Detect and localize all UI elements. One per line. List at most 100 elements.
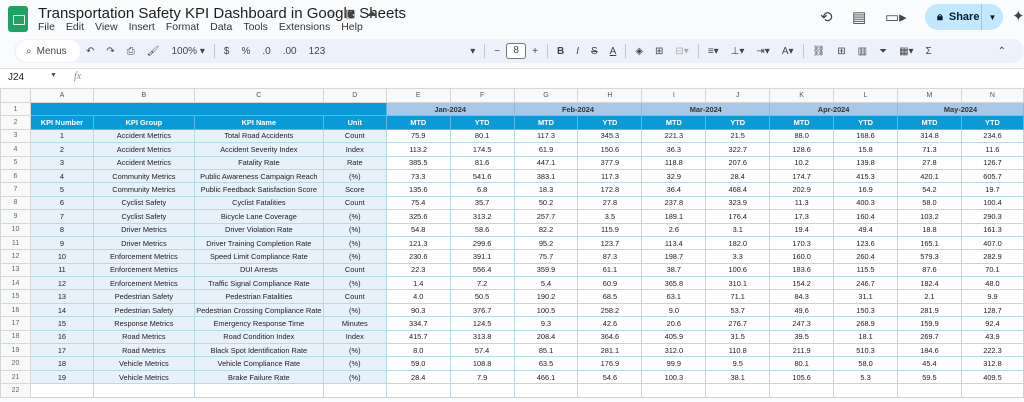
- ytd-value-cell[interactable]: 58.6: [449, 222, 515, 237]
- mtd-value-cell[interactable]: 105.6: [769, 369, 835, 385]
- cloud-status-icon[interactable]: ☁: [366, 6, 377, 19]
- kpi-name-cell[interactable]: Total Road Accidents: [193, 128, 324, 144]
- ytd-value-cell[interactable]: 115.9: [577, 222, 643, 237]
- mtd-value-cell[interactable]: 8.0: [385, 343, 451, 358]
- ytd-value-cell[interactable]: 7.2: [449, 276, 515, 291]
- mtd-value-cell[interactable]: 103.2: [897, 209, 962, 224]
- mtd-value-cell[interactable]: 420.1: [897, 168, 962, 184]
- formula-input[interactable]: [92, 72, 992, 86]
- column-header-G[interactable]: G: [513, 88, 579, 103]
- ytd-value-cell[interactable]: 31.5: [705, 329, 771, 345]
- ytd-value-cell[interactable]: 282.9: [960, 249, 1024, 264]
- ytd-value-cell[interactable]: 80.1: [449, 128, 515, 144]
- ytd-value-cell[interactable]: 605.7: [960, 168, 1024, 184]
- ytd-value-cell[interactable]: 222.3: [960, 343, 1024, 358]
- mtd-value-cell[interactable]: 160.0: [769, 249, 835, 264]
- menu-data[interactable]: Data: [210, 21, 232, 33]
- gemini-icon[interactable]: ✦: [1012, 7, 1024, 25]
- mtd-value-cell[interactable]: 18.3: [513, 182, 579, 197]
- mtd-value-cell[interactable]: 38.7: [641, 262, 707, 278]
- ytd-value-cell[interactable]: 117.3: [577, 168, 643, 184]
- mtd-header[interactable]: MTD: [641, 115, 707, 130]
- ytd-value-cell[interactable]: 3.3: [705, 249, 771, 264]
- ytd-value-cell[interactable]: 323.9: [705, 195, 771, 211]
- mtd-value-cell[interactable]: 182.4: [897, 276, 962, 291]
- ytd-value-cell[interactable]: 110.8: [705, 343, 771, 358]
- mtd-value-cell[interactable]: 88.0: [769, 128, 835, 144]
- mtd-value-cell[interactable]: 269.7: [897, 329, 962, 345]
- mtd-value-cell[interactable]: 80.1: [769, 356, 835, 371]
- ytd-value-cell[interactable]: 364.6: [577, 329, 643, 345]
- ytd-value-cell[interactable]: 150.3: [833, 302, 898, 318]
- mtd-header[interactable]: MTD: [513, 115, 579, 130]
- column-title[interactable]: Unit: [322, 115, 387, 130]
- kpi-name-cell[interactable]: Accident Severity Index: [193, 142, 324, 157]
- ytd-value-cell[interactable]: 176.9: [577, 356, 643, 371]
- select-all-corner[interactable]: [0, 88, 31, 103]
- kpi-group-cell[interactable]: Enforcement Metrics: [92, 276, 195, 291]
- ytd-value-cell[interactable]: 124.5: [449, 316, 515, 331]
- kpi-group-cell[interactable]: Response Metrics: [92, 316, 195, 331]
- name-box-dropdown-icon[interactable]: ▼: [50, 72, 57, 79]
- header-blank-cell[interactable]: [29, 101, 387, 117]
- ytd-value-cell[interactable]: 53.7: [705, 302, 771, 318]
- column-title[interactable]: KPI Number: [29, 115, 94, 130]
- empty-cell[interactable]: [322, 383, 387, 398]
- insert-chart-icon[interactable]: ▥: [852, 46, 873, 57]
- ytd-value-cell[interactable]: 16.9: [833, 182, 898, 197]
- ytd-value-cell[interactable]: 290.3: [960, 209, 1024, 224]
- decrease-font-size-icon[interactable]: −: [488, 46, 506, 57]
- mtd-value-cell[interactable]: 18.8: [897, 222, 962, 237]
- currency-format-button[interactable]: $: [218, 46, 236, 57]
- mtd-value-cell[interactable]: 117.3: [513, 128, 579, 144]
- row-header[interactable]: 3: [0, 128, 31, 144]
- ytd-value-cell[interactable]: 150.6: [577, 142, 643, 157]
- mtd-value-cell[interactable]: 2.1: [897, 289, 962, 304]
- mtd-header[interactable]: MTD: [897, 115, 962, 130]
- mtd-value-cell[interactable]: 121.3: [385, 235, 451, 251]
- kpi-number-cell[interactable]: 4: [29, 168, 94, 184]
- menu-insert[interactable]: Insert: [129, 21, 155, 33]
- percent-format-button[interactable]: %: [235, 46, 256, 57]
- more-formats-button[interactable]: 123: [303, 46, 332, 57]
- ytd-value-cell[interactable]: 160.4: [833, 209, 898, 224]
- mtd-value-cell[interactable]: 385.5: [385, 155, 451, 170]
- ytd-value-cell[interactable]: 21.5: [705, 128, 771, 144]
- mtd-value-cell[interactable]: 32.9: [641, 168, 707, 184]
- mtd-value-cell[interactable]: 61.9: [513, 142, 579, 157]
- mtd-value-cell[interactable]: 63.1: [641, 289, 707, 304]
- ytd-value-cell[interactable]: 377.9: [577, 155, 643, 170]
- kpi-number-cell[interactable]: 18: [29, 356, 94, 371]
- ytd-value-cell[interactable]: 161.3: [960, 222, 1024, 237]
- ytd-value-cell[interactable]: 207.6: [705, 155, 771, 170]
- ytd-value-cell[interactable]: 100.4: [960, 195, 1024, 211]
- kpi-name-cell[interactable]: Pedestrian Fatalities: [193, 289, 324, 304]
- print-icon[interactable]: ⎙: [121, 46, 141, 57]
- mtd-value-cell[interactable]: 237.8: [641, 195, 707, 211]
- row-header[interactable]: 14: [0, 276, 31, 291]
- menu-extensions[interactable]: Extensions: [279, 21, 330, 33]
- mtd-value-cell[interactable]: 154.2: [769, 276, 835, 291]
- column-header-L[interactable]: L: [833, 88, 898, 103]
- mtd-value-cell[interactable]: 90.3: [385, 302, 451, 318]
- ytd-value-cell[interactable]: 100.6: [705, 262, 771, 278]
- mtd-value-cell[interactable]: 59.5: [897, 369, 962, 385]
- month-header[interactable]: Jan-2024: [385, 101, 515, 117]
- mtd-value-cell[interactable]: 230.6: [385, 249, 451, 264]
- kpi-name-cell[interactable]: Vehicle Compliance Rate: [193, 356, 324, 371]
- ytd-value-cell[interactable]: 468.4: [705, 182, 771, 197]
- ytd-value-cell[interactable]: 415.3: [833, 168, 898, 184]
- mtd-value-cell[interactable]: 54.8: [385, 222, 451, 237]
- mtd-header[interactable]: MTD: [769, 115, 835, 130]
- mtd-value-cell[interactable]: 28.4: [385, 369, 451, 385]
- row-header[interactable]: 19: [0, 343, 31, 358]
- mtd-value-cell[interactable]: 59.0: [385, 356, 451, 371]
- empty-cell[interactable]: [449, 383, 515, 398]
- unit-cell[interactable]: (%): [322, 276, 387, 291]
- menu-file[interactable]: File: [38, 21, 55, 33]
- ytd-value-cell[interactable]: 58.0: [833, 356, 898, 371]
- kpi-name-cell[interactable]: Bicycle Lane Coverage: [193, 209, 324, 224]
- ytd-value-cell[interactable]: 345.3: [577, 128, 643, 144]
- mtd-value-cell[interactable]: 100.5: [513, 302, 579, 318]
- text-rotation-icon[interactable]: A▾: [776, 46, 800, 57]
